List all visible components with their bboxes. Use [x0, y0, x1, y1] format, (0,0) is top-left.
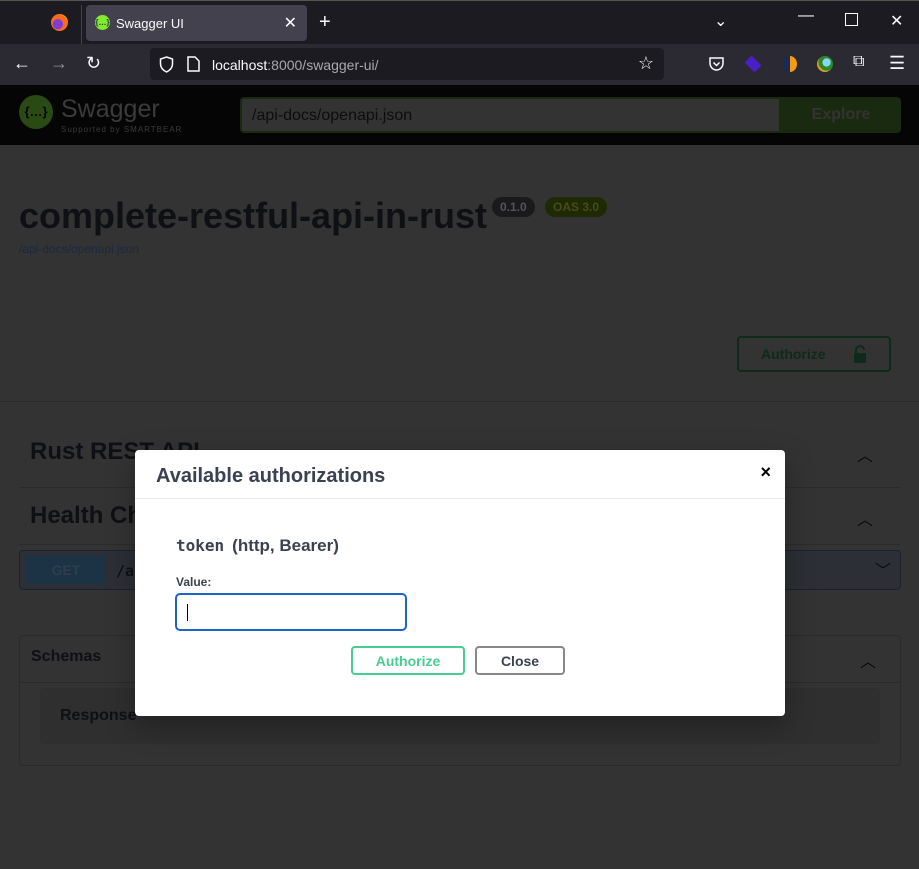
- list-all-tabs-icon[interactable]: ⌄: [714, 11, 727, 31]
- url-bar[interactable]: localhost:8000/swagger-ui/ ☆: [150, 48, 664, 80]
- modal-header: Available authorizations ×: [135, 450, 785, 499]
- version-badge: 0.1.0: [492, 197, 535, 217]
- extension-orange-icon[interactable]: [783, 56, 797, 72]
- authorize-label: Authorize: [761, 346, 826, 362]
- extension-idm-icon[interactable]: [817, 56, 833, 72]
- minimize-icon[interactable]: —: [798, 7, 814, 25]
- unlock-icon: [854, 345, 866, 363]
- swagger-brand: Swagger: [61, 95, 160, 123]
- auth-modal: Available authorizations × token (http, B…: [135, 450, 785, 716]
- close-window-icon[interactable]: ✕: [890, 11, 903, 31]
- reload-icon[interactable]: ↻: [86, 53, 101, 74]
- text-caret: [187, 604, 188, 621]
- modal-authorize-button[interactable]: Authorize: [351, 646, 465, 675]
- swagger-brand-sub: Supported by SMARTBEAR: [61, 125, 183, 134]
- schema-name: Response: [60, 707, 137, 724]
- swagger-logo-icon: {…}: [19, 95, 53, 129]
- schemas-heading[interactable]: Schemas: [31, 648, 101, 666]
- browser-nav-bar: ← → ↻ localhost:8000/swagger-ui/ ☆ ⧉ ☰: [0, 44, 919, 85]
- url-text: localhost:8000/swagger-ui/: [212, 57, 379, 73]
- swagger-info-section: complete-restful-api-in-rust 0.1.0 OAS 3…: [0, 145, 919, 402]
- pocket-icon[interactable]: [708, 56, 725, 72]
- method-badge: GET: [26, 556, 106, 584]
- authorize-button[interactable]: Authorize: [737, 336, 891, 372]
- chevron-down-icon[interactable]: ﹀: [875, 557, 891, 581]
- swagger-favicon-icon: {…}: [95, 15, 110, 30]
- chevron-up-icon[interactable]: ︿: [857, 506, 873, 530]
- menu-icon[interactable]: ☰: [889, 53, 905, 74]
- extension-purple-icon[interactable]: [744, 55, 762, 73]
- maximize-icon[interactable]: [845, 13, 858, 26]
- chevron-up-icon[interactable]: ︿: [857, 442, 873, 466]
- value-label: Value:: [176, 575, 212, 589]
- back-icon[interactable]: ←: [13, 53, 31, 74]
- new-tab-icon[interactable]: +: [319, 11, 331, 34]
- tab-title: Swagger UI: [116, 16, 184, 31]
- page-icon: [187, 56, 200, 72]
- scheme-type: (http, Bearer): [232, 536, 339, 555]
- oas-badge: OAS 3.0: [545, 197, 608, 217]
- spec-url-input[interactable]: /api-docs/openapi.json: [240, 97, 781, 133]
- explore-button[interactable]: Explore: [781, 97, 901, 133]
- close-icon[interactable]: ×: [760, 462, 771, 483]
- modal-title: Available authorizations: [156, 465, 386, 487]
- scheme-name: token: [176, 536, 225, 555]
- forward-icon[interactable]: →: [50, 53, 68, 74]
- modal-close-button[interactable]: Close: [475, 646, 565, 675]
- tab-close-icon[interactable]: ✕: [284, 13, 297, 33]
- shield-icon[interactable]: [159, 56, 174, 73]
- spec-link[interactable]: /api-docs/openapi.json: [19, 242, 139, 256]
- firefox-logo-icon[interactable]: [51, 14, 68, 31]
- browser-tab-swagger[interactable]: {…} Swagger UI ✕: [86, 5, 307, 41]
- token-value-input[interactable]: [175, 593, 407, 631]
- api-title: complete-restful-api-in-rust: [19, 195, 488, 236]
- chevron-up-icon[interactable]: ︿: [860, 648, 876, 672]
- browser-tab-bar: {…} Swagger UI ✕ + ⌄ — ✕: [0, 0, 919, 45]
- extensions-puzzle-icon[interactable]: ⧉: [853, 53, 864, 71]
- swagger-topbar: {…} Swagger Supported by SMARTBEAR /api-…: [0, 85, 919, 145]
- auth-scheme-heading: token (http, Bearer): [176, 536, 339, 556]
- tab-separator: [81, 5, 82, 45]
- bookmark-star-icon[interactable]: ☆: [638, 53, 654, 74]
